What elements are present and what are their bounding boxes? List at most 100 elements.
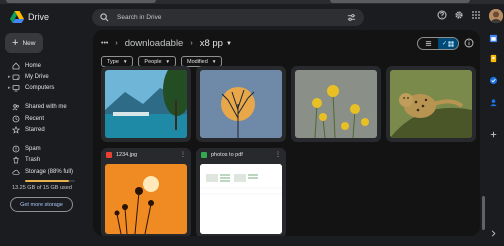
drive-logo[interactable]: Drive xyxy=(10,11,49,23)
sidebar-item-home[interactable]: Home xyxy=(0,60,88,71)
breadcrumb: ••• › downloadable › x8 pp ▼ xyxy=(101,38,232,49)
search-input[interactable] xyxy=(115,13,319,22)
sidebar-item-recent[interactable]: Recent xyxy=(0,113,88,124)
get-more-storage-button[interactable]: Get more storage xyxy=(10,197,73,212)
chevron-right-icon: › xyxy=(190,40,193,47)
sidebar-item-storage[interactable]: Storage (88% full) xyxy=(0,166,88,177)
sidebar-item-label: Computers xyxy=(25,84,55,91)
file-name: photos to pdf xyxy=(211,152,243,158)
file-thumbnail xyxy=(200,70,282,138)
apps-button[interactable] xyxy=(471,10,481,22)
file-card[interactable] xyxy=(386,66,476,142)
file-card-title: photos to pdf xyxy=(201,152,243,158)
sidebar-item-trash[interactable]: Trash xyxy=(0,154,88,165)
file-thumbnail xyxy=(295,70,377,138)
new-button-label: New xyxy=(22,39,36,47)
storage-progress-bar xyxy=(25,180,75,182)
storage-usage-text: 13.25 GB of 15 GB used xyxy=(12,185,72,191)
filter-chip-label: Type xyxy=(107,58,119,65)
keep-icon[interactable] xyxy=(489,54,498,63)
plus-icon: + xyxy=(12,36,19,49)
file-thumbnail xyxy=(390,70,472,138)
sidebar-item-my-drive[interactable]: ▸ My Drive xyxy=(0,71,88,82)
new-button[interactable]: + New xyxy=(5,33,43,53)
dropdown-arrow-icon: ▼ xyxy=(122,59,128,64)
breadcrumb-parent[interactable]: downloadable xyxy=(125,38,184,49)
image-file-icon xyxy=(106,152,112,158)
storage-progress-fill xyxy=(25,180,69,182)
sidebar-item-computers[interactable]: ▸ Computers xyxy=(0,82,88,93)
dropdown-arrow-icon: ▼ xyxy=(211,59,217,64)
breadcrumb-current[interactable]: x8 pp xyxy=(200,38,223,49)
scrollbar-thumb[interactable] xyxy=(482,196,485,230)
star-icon xyxy=(12,125,20,134)
more-options-icon[interactable]: ⋮ xyxy=(275,151,281,158)
add-addon-icon[interactable] xyxy=(489,130,498,139)
filter-chip-label: Modified xyxy=(187,58,208,65)
search-bar[interactable] xyxy=(92,9,364,26)
trash-icon xyxy=(13,156,19,163)
sunset-flowers-image xyxy=(105,164,187,234)
list-view-icon xyxy=(425,41,431,46)
sidebar-item-spam[interactable]: Spam xyxy=(0,143,88,154)
avatar-photo xyxy=(489,9,503,23)
help-icon xyxy=(437,10,447,20)
tasks-icon[interactable] xyxy=(489,76,498,85)
support-button[interactable] xyxy=(437,10,447,22)
file-card[interactable]: 1234.jpg ⋮ xyxy=(101,148,191,236)
more-options-icon[interactable]: ⋮ xyxy=(180,151,186,158)
file-card[interactable] xyxy=(196,66,286,142)
sidebar-item-label: Starred xyxy=(25,126,45,133)
sidebar-item-shared[interactable]: Shared with me xyxy=(0,101,88,112)
search-options-icon[interactable] xyxy=(347,13,356,22)
sidebar-item-label: Spam xyxy=(25,145,41,152)
spam-icon xyxy=(12,145,20,152)
grid-view-button[interactable]: ✓ xyxy=(438,38,458,49)
browser-top-strip xyxy=(0,0,504,4)
sidebar-item-label: Shared with me xyxy=(25,103,67,110)
sidebar-item-label: Trash xyxy=(25,156,41,163)
grid-view-icon xyxy=(448,40,454,47)
expand-chevron-icon[interactable]: ▸ xyxy=(8,74,11,80)
people-icon xyxy=(12,103,19,110)
apps-grid-icon xyxy=(472,11,480,19)
app-name: Drive xyxy=(28,12,50,22)
view-toggle[interactable]: ✓ xyxy=(417,37,459,50)
browser-bottom-strip xyxy=(0,238,504,246)
yellow-flowers-image xyxy=(295,70,377,138)
home-icon xyxy=(12,62,20,69)
moon-tree-image xyxy=(200,70,282,138)
lake-mountain-image xyxy=(105,70,187,138)
info-icon[interactable] xyxy=(464,38,474,48)
file-card[interactable] xyxy=(291,66,381,142)
checkmark-icon: ✓ xyxy=(441,41,448,47)
list-view-button[interactable] xyxy=(418,38,438,49)
clock-icon xyxy=(12,115,20,122)
file-thumbnail xyxy=(105,164,187,234)
sidebar-item-label: Recent xyxy=(25,115,45,122)
breadcrumb-overflow-button[interactable]: ••• xyxy=(101,40,108,47)
settings-button[interactable] xyxy=(454,10,464,22)
collapse-panel-icon[interactable] xyxy=(489,229,498,238)
computer-icon xyxy=(12,84,20,91)
file-name: 1234.jpg xyxy=(116,152,138,158)
folder-dropdown-icon[interactable]: ▼ xyxy=(226,41,232,47)
cloud-icon xyxy=(12,169,20,175)
sidebar-item-starred[interactable]: Starred xyxy=(0,124,88,135)
main-content: ••• › downloadable › x8 pp ▼ ✓ Type ▼ Peo… xyxy=(93,30,480,236)
sheet-file-icon xyxy=(201,152,207,158)
contacts-icon[interactable] xyxy=(489,98,498,107)
leopard-image xyxy=(390,70,472,138)
file-thumbnail xyxy=(200,164,282,234)
gear-icon xyxy=(455,11,463,19)
dropdown-arrow-icon: ▼ xyxy=(165,59,171,64)
calendar-icon[interactable] xyxy=(489,34,498,43)
chevron-right-icon: › xyxy=(115,40,118,47)
expand-chevron-icon[interactable]: ▸ xyxy=(8,85,11,91)
drive-icon xyxy=(12,74,20,80)
browser-tab-strip xyxy=(6,0,156,3)
file-card[interactable] xyxy=(101,66,191,142)
file-card[interactable]: photos to pdf ⋮ xyxy=(196,148,286,236)
sidebar-item-label: Home xyxy=(25,62,42,69)
account-avatar[interactable] xyxy=(489,9,503,23)
